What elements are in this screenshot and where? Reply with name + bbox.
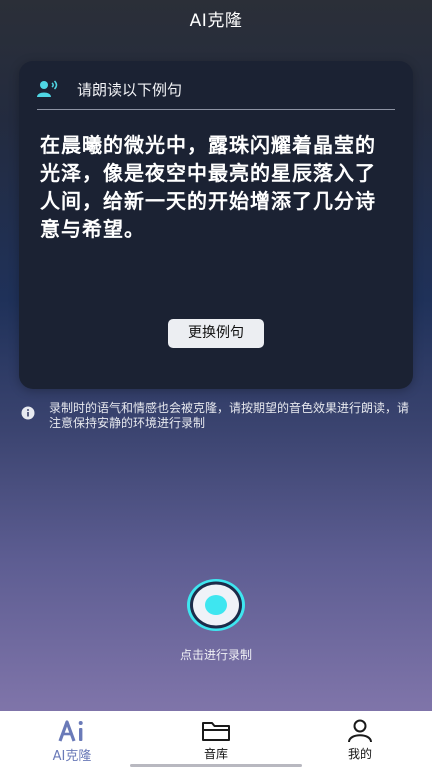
record-button[interactable]: [186, 578, 246, 632]
folder-icon: [202, 722, 230, 741]
page-title: AI克隆: [189, 11, 243, 31]
card-header-label: 请朗读以下例句: [77, 80, 183, 99]
card-divider: [37, 109, 395, 110]
info-icon: [21, 406, 35, 420]
recording-notice: 录制时的语气和情感也会被克隆，请按期望的音色效果进行朗读，请注意保持安静的环境进…: [21, 401, 421, 431]
tab-label-sound-library: 音库: [203, 747, 228, 761]
card-header: 请朗读以下例句: [37, 75, 395, 103]
tab-profile[interactable]: 我的: [288, 711, 432, 768]
voice-speaker-icon: [37, 80, 58, 97]
tab-label-ai-clone: AI克隆: [52, 749, 92, 764]
change-sentence-button[interactable]: 更换例句: [168, 319, 264, 348]
bottom-tab-bar: AI克隆 音库 我的: [0, 711, 432, 768]
tab-ai-clone[interactable]: AI克隆: [0, 711, 144, 768]
tab-label-profile: 我的: [347, 747, 372, 761]
sample-sentence-card: 请朗读以下例句 在晨曦的微光中，露珠闪耀着晶莹的光泽，像是夜空中最亮的星辰落入了…: [19, 61, 413, 389]
tab-sound-library[interactable]: 音库: [144, 711, 288, 768]
user-icon: [348, 719, 372, 743]
record-label: 点击进行录制: [179, 648, 252, 662]
home-indicator: [130, 764, 302, 767]
ai-logo-icon: [58, 720, 83, 742]
notice-text: 录制时的语气和情感也会被克隆，请按期望的音色效果进行朗读，请注意保持安静的环境进…: [49, 401, 410, 430]
sample-sentence-text: 在晨曦的微光中，露珠闪耀着晶莹的光泽，像是夜空中最亮的星辰落入了人间，给新一天的…: [40, 133, 376, 241]
